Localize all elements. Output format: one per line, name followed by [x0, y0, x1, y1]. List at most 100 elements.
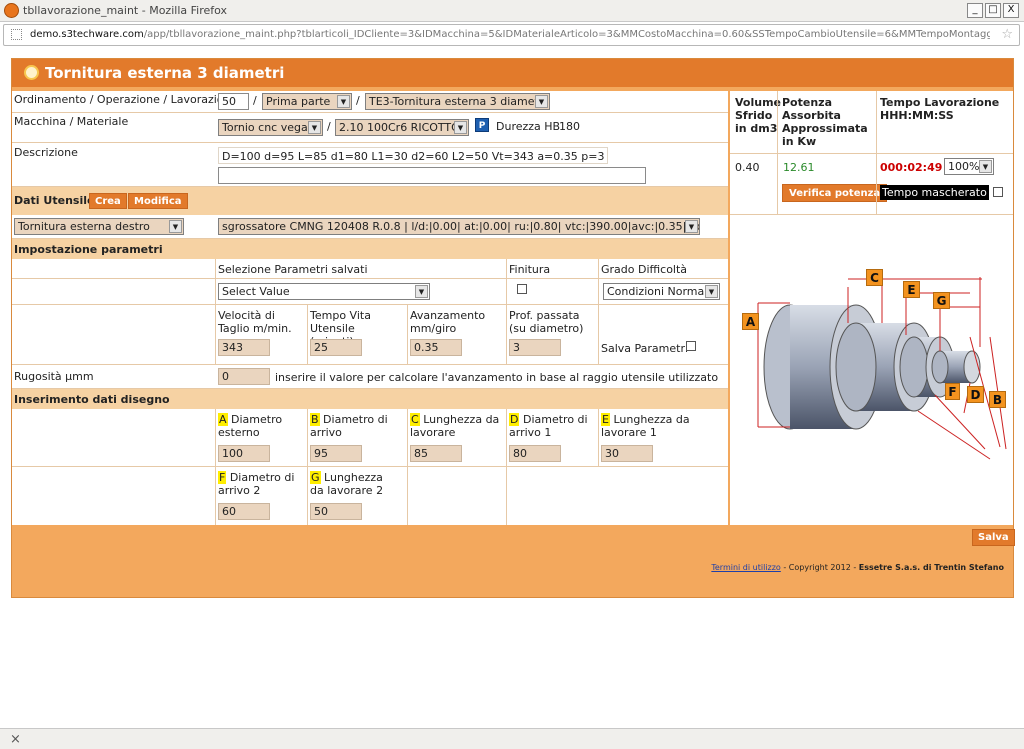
field-label: Diametro di arrivo 1 [509, 413, 588, 439]
rugosita-label: Rugosità µmm [14, 370, 94, 383]
row-parametri-valori: Velocità di Taglio m/min. 343 Tempo Vita… [12, 305, 728, 365]
field-label: Diametro di arrivo [310, 413, 388, 439]
letter-a: A [218, 413, 228, 426]
finitura-checkbox[interactable] [517, 284, 527, 294]
field-label: Lunghezza da lavorare 1 [601, 413, 690, 439]
durezza-label: Durezza HB [496, 120, 561, 133]
p-badge-button[interactable]: P [475, 118, 489, 132]
grado-value: Condizioni Normali [607, 285, 711, 298]
row-selezione-controls: Select Value ▼ Condizioni Normali ▼ [12, 279, 728, 305]
potenza-label: Potenza Assorbita Approssimata in Kw [782, 96, 868, 148]
chevron-down-icon: ▼ [169, 220, 182, 233]
part-drawing: A B C D E F G [730, 217, 1013, 503]
ordinamento-input[interactable]: 50 [218, 93, 249, 110]
chevron-down-icon: ▼ [979, 160, 992, 173]
tag-d: D [967, 386, 984, 403]
prof-passata-input[interactable]: 3 [509, 339, 561, 356]
finitura-label: Finitura [509, 263, 551, 276]
close-button[interactable]: X [1003, 3, 1019, 18]
lunghezza-lavorare-2-label: G Lunghezza da lavorare 2 [310, 471, 400, 497]
company-name: Essetre S.a.s. di Trentin Stefano [858, 563, 1004, 572]
field-label: Lunghezza da lavorare [410, 413, 500, 439]
salva-button[interactable]: Salva [972, 529, 1015, 546]
tag-g: G [933, 292, 950, 309]
lunghezza-lavorare-1-input[interactable]: 30 [601, 445, 653, 462]
avanzamento-input[interactable]: 0.35 [410, 339, 462, 356]
rugosita-hint: inserire il valore per calcolare l'avanz… [275, 371, 719, 384]
grid-divider [407, 409, 408, 525]
close-status-icon[interactable]: × [10, 732, 21, 747]
stats-divider [876, 91, 877, 215]
utensile-select[interactable]: sgrossatore CMNG 120408 R.0.8 | l/d:|0.0… [218, 218, 700, 235]
tempo-mascherato-label: Tempo mascherato [880, 185, 989, 200]
grid-divider [506, 409, 507, 525]
verifica-potenza-button[interactable]: Verifica potenza [782, 184, 888, 202]
operazione-select[interactable]: Prima parte ▼ [262, 93, 352, 110]
section-title: Dati Utensile [14, 194, 95, 207]
diametro-arrivo-1-input[interactable]: 80 [509, 445, 561, 462]
tag-b: B [989, 391, 1006, 408]
lunghezza-lavorare-label: C Lunghezza da lavorare [410, 413, 500, 439]
row-ordinamento: Ordinamento / Operazione / Lavorazione 5… [12, 91, 728, 113]
window-controls: _ □ X [967, 3, 1019, 18]
materiale-select[interactable]: 2.10 100Cr6 RICOTTO ▼ [335, 119, 469, 136]
diametro-esterno-input[interactable]: 100 [218, 445, 270, 462]
crea-button[interactable]: Crea [89, 193, 127, 209]
shaft-diagram [757, 277, 1007, 460]
salva-parametri-label: Salva Parametri [601, 342, 689, 355]
tempo-vita-input[interactable]: 25 [310, 339, 362, 356]
letter-f: F [218, 471, 227, 484]
salva-parametri-checkbox[interactable] [686, 341, 696, 351]
grado-select[interactable]: Condizioni Normali ▼ [603, 283, 720, 300]
row-selezione-labels: Selezione Parametri salvati Finitura Gra… [12, 259, 728, 279]
chevron-down-icon: ▼ [337, 95, 350, 108]
selezione-select[interactable]: Select Value ▼ [218, 283, 430, 300]
macchina-label: Macchina / Materiale [14, 115, 129, 128]
window-titlebar: tbllavorazione_maint - Mozilla Firefox _… [0, 0, 1024, 22]
address-bar[interactable]: demo.s3techware.com/app/tbllavorazione_m… [3, 24, 1020, 46]
diametro-arrivo-label: B Diametro di arrivo [310, 413, 400, 439]
url-path: /app/tbllavorazione_maint.php?tblarticol… [143, 29, 990, 40]
grid-divider [215, 409, 216, 525]
descrizione-input[interactable] [218, 167, 646, 184]
percent-select[interactable]: 100% ▼ [944, 158, 994, 175]
diametro-arrivo-1-label: D Diametro di arrivo 1 [509, 413, 599, 439]
tag-a: A [742, 313, 759, 330]
tempo-mascherato-checkbox[interactable] [993, 187, 1003, 197]
grid-divider [506, 259, 507, 365]
section-disegno: Inserimento dati disegno [12, 389, 728, 409]
lavorazione-select[interactable]: TE3-Tornitura esterna 3 diametri ▼ [365, 93, 550, 110]
chevron-down-icon: ▼ [685, 220, 698, 233]
durezza-value: 180 [559, 120, 580, 133]
stats-table: Volume Sfrido in dm3 Potenza Assorbita A… [730, 91, 1013, 215]
section-title: Inserimento dati disegno [14, 393, 170, 406]
grado-label: Grado Difficoltà [601, 263, 688, 276]
prof-passata-label: Prof. passata (su diametro) [509, 309, 584, 335]
maximize-button[interactable]: □ [985, 3, 1001, 18]
minimize-button[interactable]: _ [967, 3, 983, 18]
url-text[interactable]: demo.s3techware.com/app/tbllavorazione_m… [30, 29, 990, 40]
chevron-down-icon: ▼ [454, 121, 467, 134]
lunghezza-lavorare-input[interactable]: 85 [410, 445, 462, 462]
site-identity-icon[interactable] [11, 29, 22, 40]
terms-link[interactable]: Termini di utilizzo [711, 563, 780, 572]
macchina-select[interactable]: Tornio cnc vega ▼ [218, 119, 323, 136]
diametro-arrivo-input[interactable]: 95 [310, 445, 362, 462]
grid-divider [307, 409, 308, 525]
velocita-input[interactable]: 343 [218, 339, 270, 356]
rugosita-input[interactable]: 0 [218, 368, 270, 385]
page-content: Tornitura esterna 3 diametri Ordinamento… [0, 48, 1024, 728]
utensile-tipo-select[interactable]: Tornitura esterna destro ▼ [14, 218, 184, 235]
bookmark-star-icon[interactable]: ☆ [1001, 27, 1013, 42]
panel-title: Tornitura esterna 3 diametri [45, 64, 285, 82]
row-utensile: Tornitura esterna destro ▼ sgrossatore CM… [12, 215, 728, 239]
grid-divider [407, 305, 408, 365]
diametro-esterno-label: A Diametro esterno [218, 413, 308, 439]
diametro-arrivo-2-input[interactable]: 60 [218, 503, 270, 520]
separator: / [253, 94, 257, 107]
lunghezza-lavorare-2-input[interactable]: 50 [310, 503, 362, 520]
utensile-desc-value: sgrossatore CMNG 120408 R.0.8 | l/d:|0.0… [222, 220, 699, 233]
modifica-button[interactable]: Modifica [128, 193, 188, 209]
stats-divider [777, 91, 778, 153]
separator: / [356, 94, 360, 107]
